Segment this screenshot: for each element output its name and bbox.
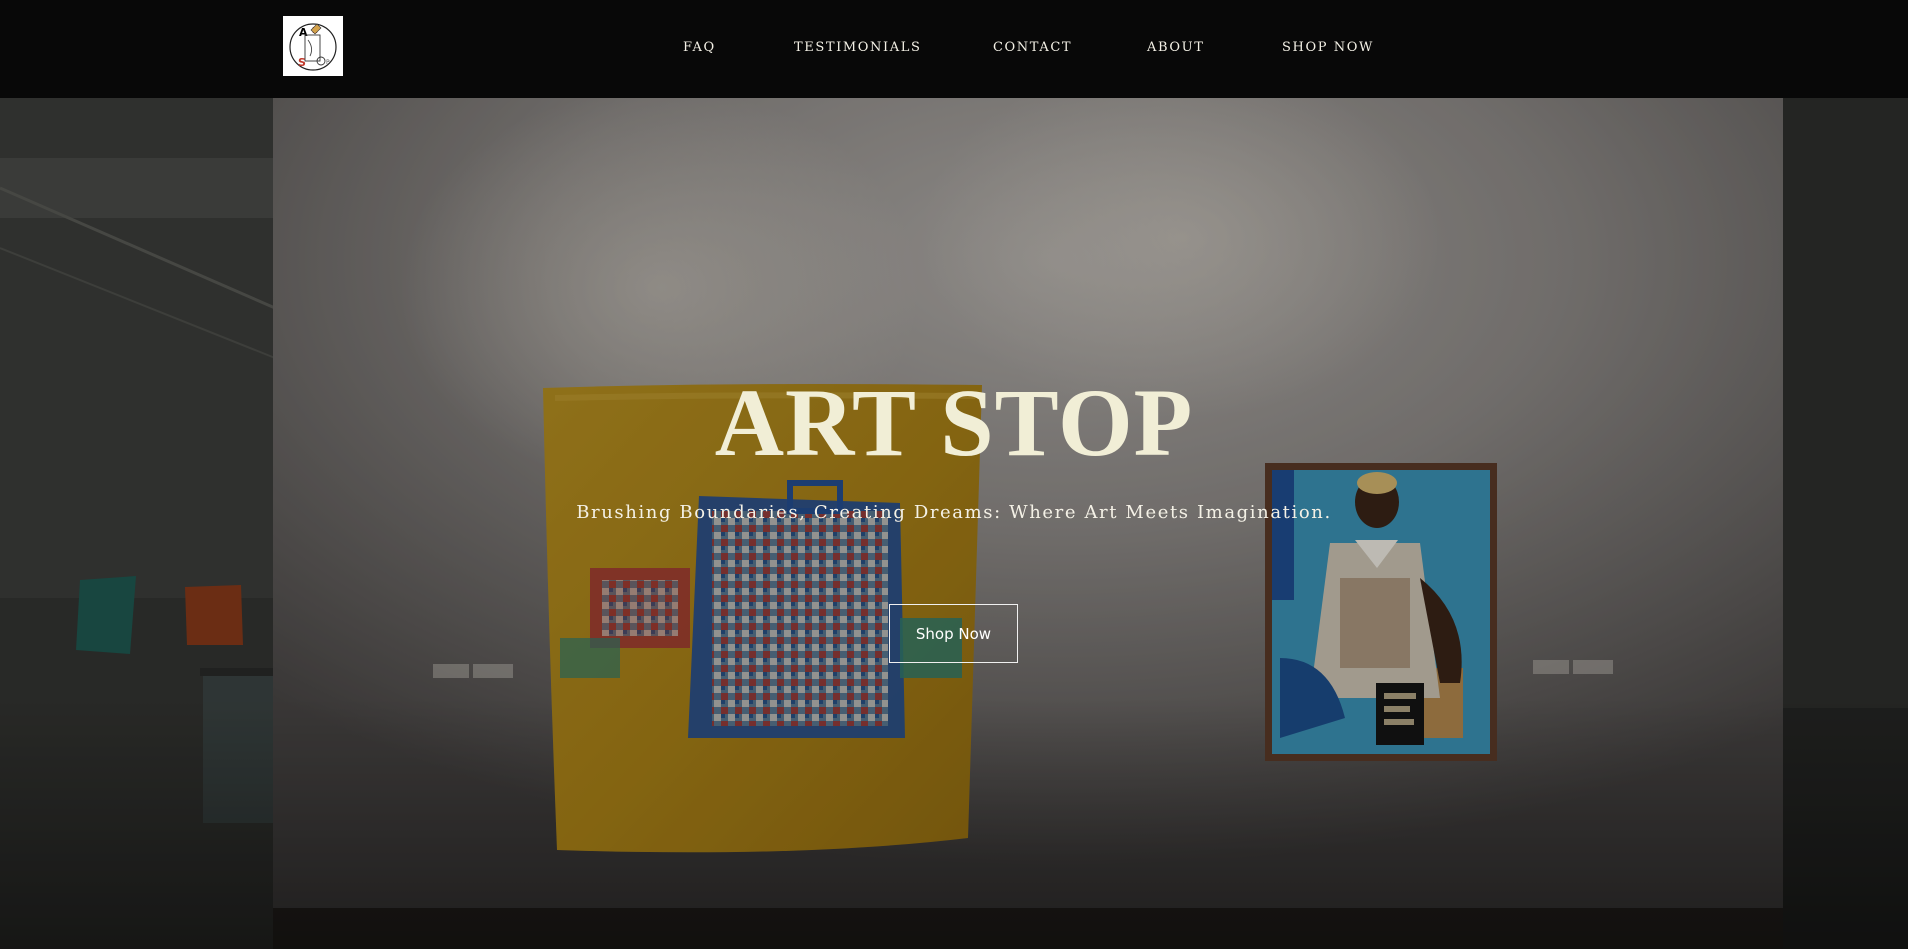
svg-text:A: A [299,26,308,39]
top-navbar: A R S P FAQ TESTIMONIALS CONTACT ABOUT S… [0,0,1908,98]
hero-subtitle: Brushing Boundaries, Creating Dreams: Wh… [576,502,1332,523]
nav-about[interactable]: ABOUT [1147,39,1204,57]
shop-now-button[interactable]: Shop Now [889,604,1018,663]
hero-title: ART STOP [714,369,1194,476]
nav-contact[interactable]: CONTACT [993,39,1072,57]
nav-shop-now[interactable]: SHOP NOW [1282,39,1374,57]
svg-text:P: P [326,59,330,66]
nav-testimonials[interactable]: TESTIMONIALS [794,39,921,57]
main-nav: FAQ TESTIMONIALS CONTACT ABOUT SHOP NOW [0,39,1908,59]
hero-section: ART STOP Brushing Boundaries, Creating D… [0,98,1908,949]
nav-faq[interactable]: FAQ [683,39,716,57]
